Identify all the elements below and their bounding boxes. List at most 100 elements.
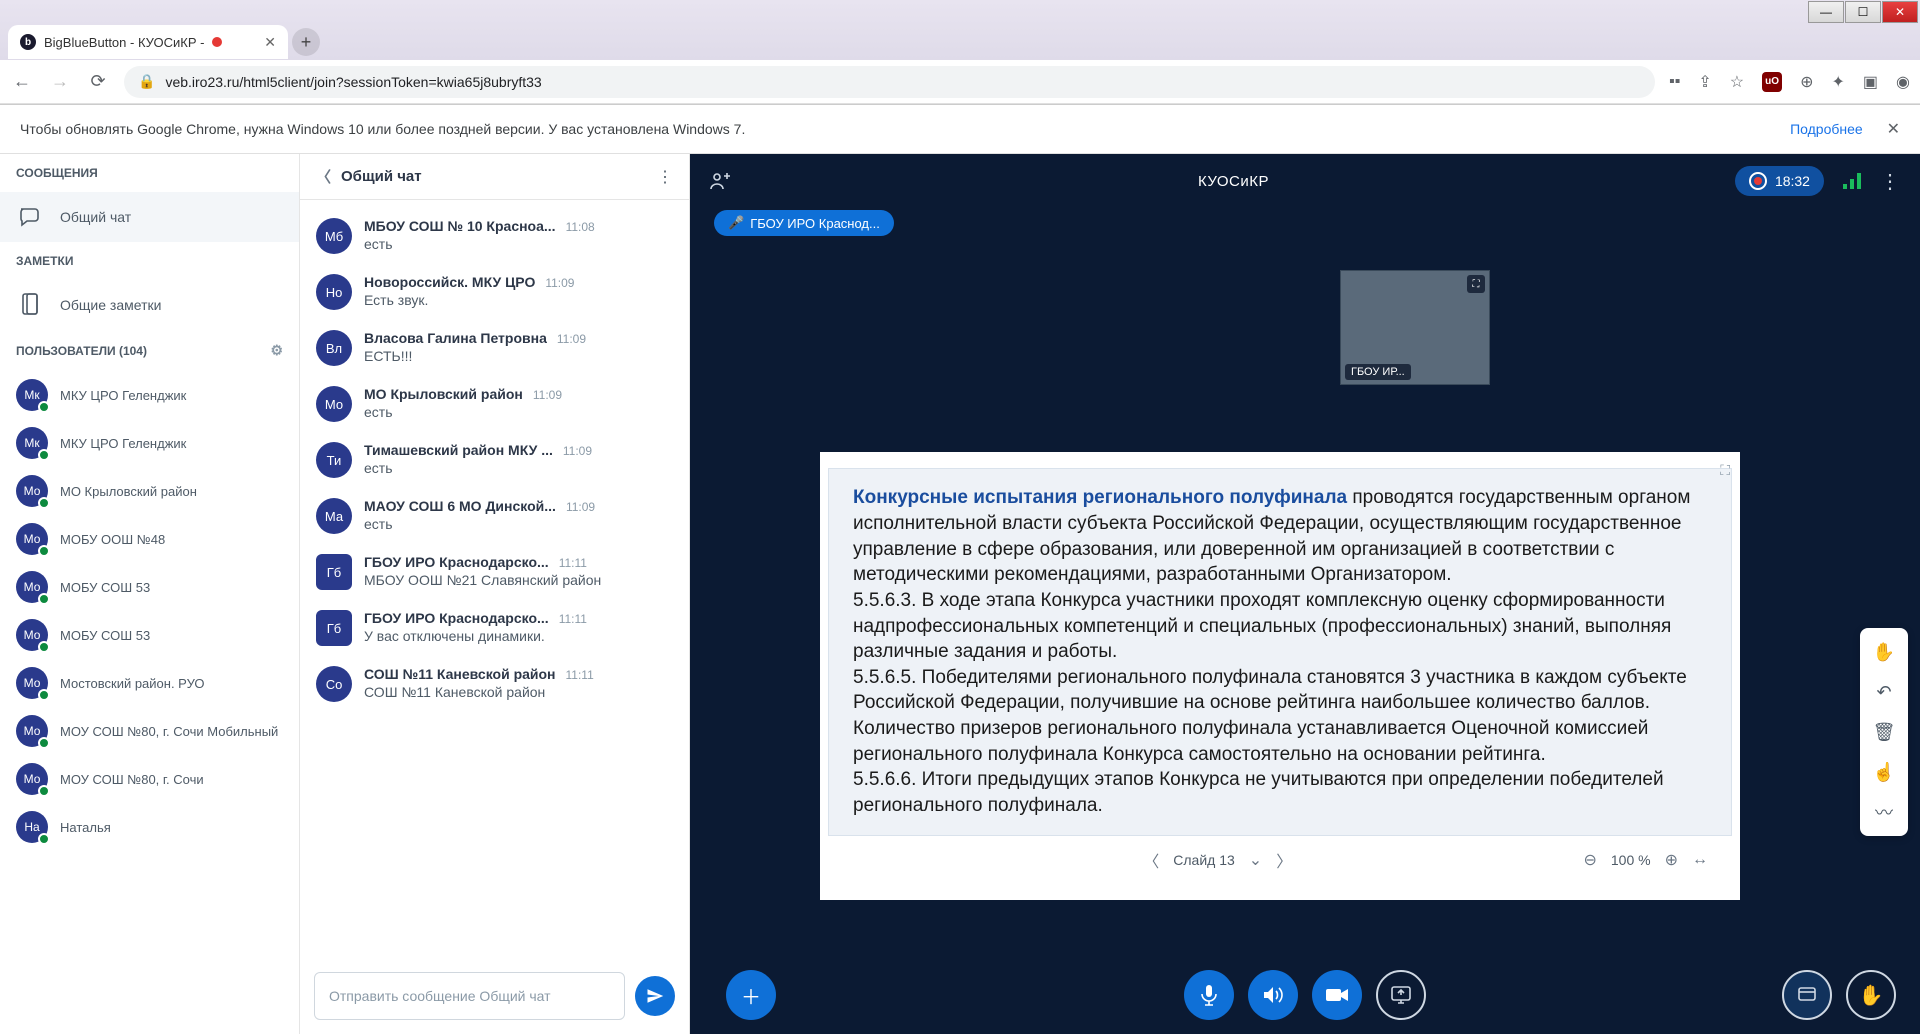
bookmark-icon[interactable]: ☆: [1730, 72, 1744, 92]
hand-tool-icon[interactable]: ✋: [1866, 634, 1902, 670]
pointer-tool-icon[interactable]: ☝: [1866, 754, 1902, 790]
zoom-value: 100 %: [1611, 852, 1651, 868]
close-window-button[interactable]: ✕: [1882, 1, 1918, 23]
send-button[interactable]: [635, 976, 675, 1016]
lock-icon: 🔒: [138, 73, 155, 90]
webcam-thumbnail[interactable]: ⛶ ГБОУ ИР...: [1340, 270, 1490, 385]
forward-button[interactable]: →: [48, 71, 72, 92]
chat-message: Но Новороссийск. МКУ ЦРО11:09 Есть звук.: [300, 264, 689, 320]
minimize-presentation-button[interactable]: [1782, 970, 1832, 1020]
chart-tool-icon[interactable]: 〰: [1866, 794, 1902, 830]
notes-heading: ЗАМЕТКИ: [0, 242, 299, 280]
message-text: есть: [364, 236, 673, 252]
actions-button[interactable]: ＋: [726, 970, 776, 1020]
share-icon[interactable]: ⇪: [1698, 72, 1711, 92]
chat-menu-icon[interactable]: ⋮: [657, 167, 673, 187]
slide-p4: Количество призеров регионального полуфи…: [853, 716, 1707, 767]
raise-hand-button[interactable]: ✋: [1846, 970, 1896, 1020]
user-avatar: Мо: [16, 619, 48, 651]
zoom-out-button[interactable]: ⊖: [1583, 850, 1596, 870]
user-row[interactable]: НаНаталья: [0, 803, 299, 851]
next-slide-button[interactable]: 〉: [1276, 848, 1292, 872]
message-text: есть: [364, 460, 673, 476]
mic-button[interactable]: [1184, 970, 1234, 1020]
undo-icon[interactable]: ↶: [1866, 674, 1902, 710]
slide-expand-icon[interactable]: ⛶: [1720, 462, 1730, 479]
message-author: МБОУ СОШ № 10 Красноа...: [364, 218, 556, 234]
user-row[interactable]: МоМостовский район. РУО: [0, 659, 299, 707]
url-text: veb.iro23.ru/html5client/join?sessionTok…: [165, 74, 541, 90]
message-author: ГБОУ ИРО Краснодарско...: [364, 554, 549, 570]
webcam-expand-icon[interactable]: ⛶: [1467, 275, 1485, 293]
webcam-button[interactable]: [1312, 970, 1362, 1020]
users-settings-icon[interactable]: ⚙: [270, 342, 283, 359]
users-toggle-icon[interactable]: [710, 172, 732, 190]
slide-p3: 5.5.6.5. Победителями регионального полу…: [853, 665, 1707, 716]
slide-content: Конкурсные испытания регионального полуф…: [828, 468, 1732, 835]
chat-input[interactable]: Отправить сообщение Общий чат: [314, 972, 625, 1020]
minimize-button[interactable]: —: [1808, 1, 1844, 23]
user-row[interactable]: МоМОБУ ООШ №48: [0, 515, 299, 563]
audio-button[interactable]: [1248, 970, 1298, 1020]
tab-close-icon[interactable]: ✕: [264, 34, 276, 51]
sidebar-item-public-chat[interactable]: Общий чат: [0, 192, 299, 242]
globe-icon[interactable]: ⊕: [1800, 72, 1813, 92]
recording-indicator[interactable]: 18:32: [1735, 166, 1824, 196]
new-tab-button[interactable]: +: [292, 28, 320, 56]
url-input[interactable]: 🔒 veb.iro23.ru/html5client/join?sessionT…: [124, 66, 1655, 98]
camera-icon[interactable]: ▪▪: [1669, 73, 1680, 91]
delete-icon[interactable]: 🗑: [1866, 714, 1902, 750]
user-row[interactable]: МкМКУ ЦРО Геленджик: [0, 371, 299, 419]
profile-icon[interactable]: ◉: [1896, 72, 1910, 92]
slide-title: Конкурсные испытания регионального полуф…: [853, 487, 1347, 508]
presentation-area: КУОСиКР 18:32 ⋮ 🎤 ГБОУ ИРО Краснод... ⛶ …: [690, 154, 1920, 1034]
message-text: есть: [364, 404, 673, 420]
public-chat-label: Общий чат: [60, 209, 131, 225]
notes-icon: [16, 290, 46, 320]
user-row[interactable]: МкМКУ ЦРО Геленджик: [0, 419, 299, 467]
extensions-icon[interactable]: ✦: [1832, 72, 1845, 92]
user-row[interactable]: МоМОБУ СОШ 53: [0, 611, 299, 659]
message-time: 11:08: [566, 220, 595, 234]
user-row[interactable]: МоМОУ СОШ №80, г. Сочи Мобильный: [0, 707, 299, 755]
message-time: 11:09: [545, 276, 574, 290]
tab-recording-icon: [212, 37, 222, 47]
sidepanel-icon[interactable]: ▣: [1863, 72, 1878, 92]
slide-dropdown-icon[interactable]: ⌄: [1249, 850, 1262, 870]
user-row[interactable]: МоМОБУ СОШ 53: [0, 563, 299, 611]
ublock-icon[interactable]: uO: [1762, 72, 1782, 92]
chat-back-icon[interactable]: 〈: [316, 166, 331, 187]
message-avatar: Мо: [316, 386, 352, 422]
main-menu-icon[interactable]: ⋮: [1880, 169, 1900, 194]
message-time: 11:09: [563, 444, 592, 458]
user-row[interactable]: МоМО Крыловский район: [0, 467, 299, 515]
back-button[interactable]: ←: [10, 71, 34, 92]
user-list: МкМКУ ЦРО ГеленджикМкМКУ ЦРО ГеленджикМо…: [0, 371, 299, 1034]
tab-bar: b BigBlueButton - КУОСиКР - ✕ +: [0, 24, 1920, 60]
chat-message: Мо МО Крыловский район11:09 есть: [300, 376, 689, 432]
info-dismiss-icon[interactable]: ✕: [1887, 121, 1900, 138]
sidebar-item-shared-notes[interactable]: Общие заметки: [0, 280, 299, 330]
maximize-button[interactable]: ☐: [1845, 1, 1881, 23]
browser-tab[interactable]: b BigBlueButton - КУОСиКР - ✕: [8, 25, 288, 59]
sidebar: СООБЩЕНИЯ Общий чат ЗАМЕТКИ Общие заметк…: [0, 154, 300, 1034]
status-dot-icon: [38, 449, 50, 461]
reload-button[interactable]: ⟳: [86, 71, 110, 92]
info-link[interactable]: Подробнее: [1790, 121, 1863, 137]
toolbar-right: ▪▪ ⇪ ☆ uO ⊕ ✦ ▣ ◉: [1669, 72, 1910, 92]
user-avatar: Мо: [16, 475, 48, 507]
status-dot-icon: [38, 593, 50, 605]
user-avatar: Мо: [16, 667, 48, 699]
screenshare-button[interactable]: [1376, 970, 1426, 1020]
fit-width-button[interactable]: ↔: [1692, 851, 1708, 869]
prev-slide-button[interactable]: 〈: [1143, 848, 1159, 872]
chat-messages: Мб МБОУ СОШ № 10 Красноа...11:08 есть Но…: [300, 200, 689, 958]
user-name: МОБУ СОШ 53: [60, 580, 150, 595]
network-icon[interactable]: [1842, 172, 1862, 190]
message-author: МО Крыловский район: [364, 386, 523, 402]
zoom-in-button[interactable]: ⊕: [1665, 850, 1678, 870]
user-row[interactable]: МоМОУ СОШ №80, г. Сочи: [0, 755, 299, 803]
action-bar: ＋ ✋: [690, 970, 1920, 1020]
message-avatar: Но: [316, 274, 352, 310]
chat-title: Общий чат: [341, 168, 422, 185]
